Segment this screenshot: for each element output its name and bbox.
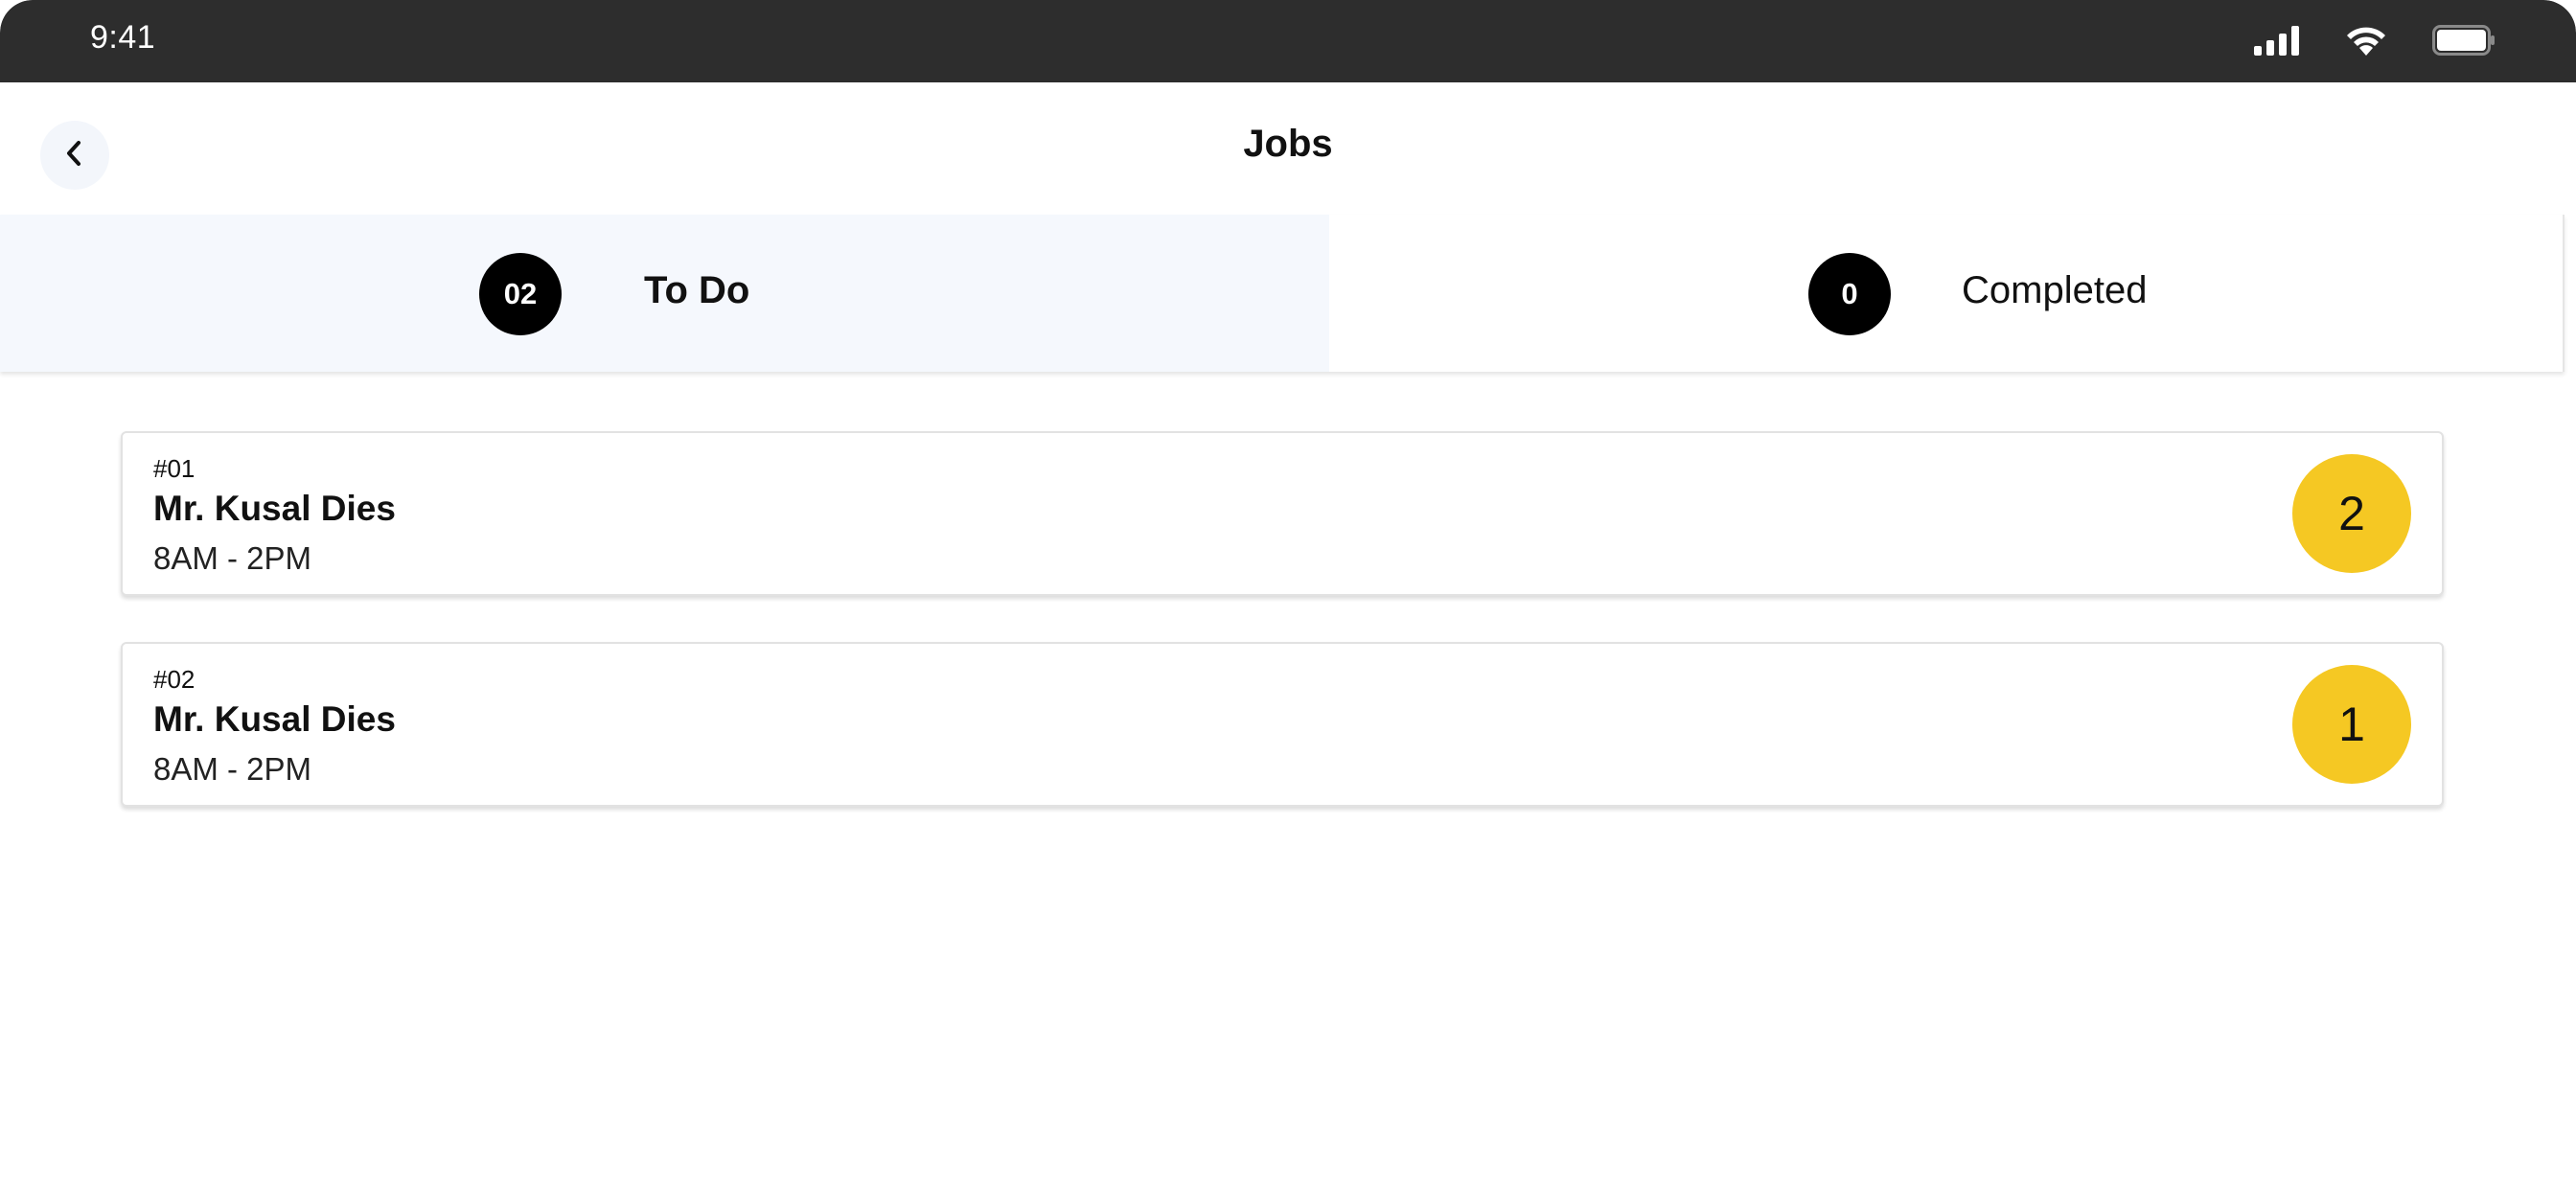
job-time-window: 8AM - 2PM: [153, 540, 312, 576]
status-time: 9:41: [90, 19, 156, 56]
battery-icon: [2432, 25, 2496, 56]
wifi-icon: [2344, 24, 2388, 57]
cellular-signal-icon: [2254, 25, 2300, 56]
app-frame: 9:41 Jobs 02 To Do 0 Completed #01 Mr. K…: [0, 0, 2576, 1190]
job-count-badge: 1: [2292, 665, 2411, 784]
tab-label: To Do: [644, 269, 750, 311]
job-customer-name: Mr. Kusal Dies: [153, 699, 396, 739]
status-icons: [2254, 21, 2496, 59]
job-list: #01 Mr. Kusal Dies 8AM - 2PM 2 #02 Mr. K…: [121, 431, 2444, 853]
job-card[interactable]: #01 Mr. Kusal Dies 8AM - 2PM 2: [121, 431, 2444, 596]
job-count-badge: 2: [2292, 454, 2411, 573]
job-card[interactable]: #02 Mr. Kusal Dies 8AM - 2PM 1: [121, 642, 2444, 807]
page-header: Jobs: [0, 82, 2576, 215]
status-bar: 9:41: [0, 0, 2576, 82]
job-number: #01: [153, 454, 196, 483]
tab-count-badge: 02: [479, 253, 562, 335]
tab-completed[interactable]: 0 Completed: [1329, 215, 2563, 372]
job-number: #02: [153, 665, 196, 694]
job-status-tabs: 02 To Do 0 Completed: [0, 215, 2564, 372]
tab-label: Completed: [1962, 269, 2148, 311]
tab-count-badge: 0: [1808, 253, 1891, 335]
job-customer-name: Mr. Kusal Dies: [153, 489, 396, 528]
page-title: Jobs: [1243, 123, 1333, 165]
tab-to-do[interactable]: 02 To Do: [0, 215, 1329, 372]
job-time-window: 8AM - 2PM: [153, 751, 312, 787]
